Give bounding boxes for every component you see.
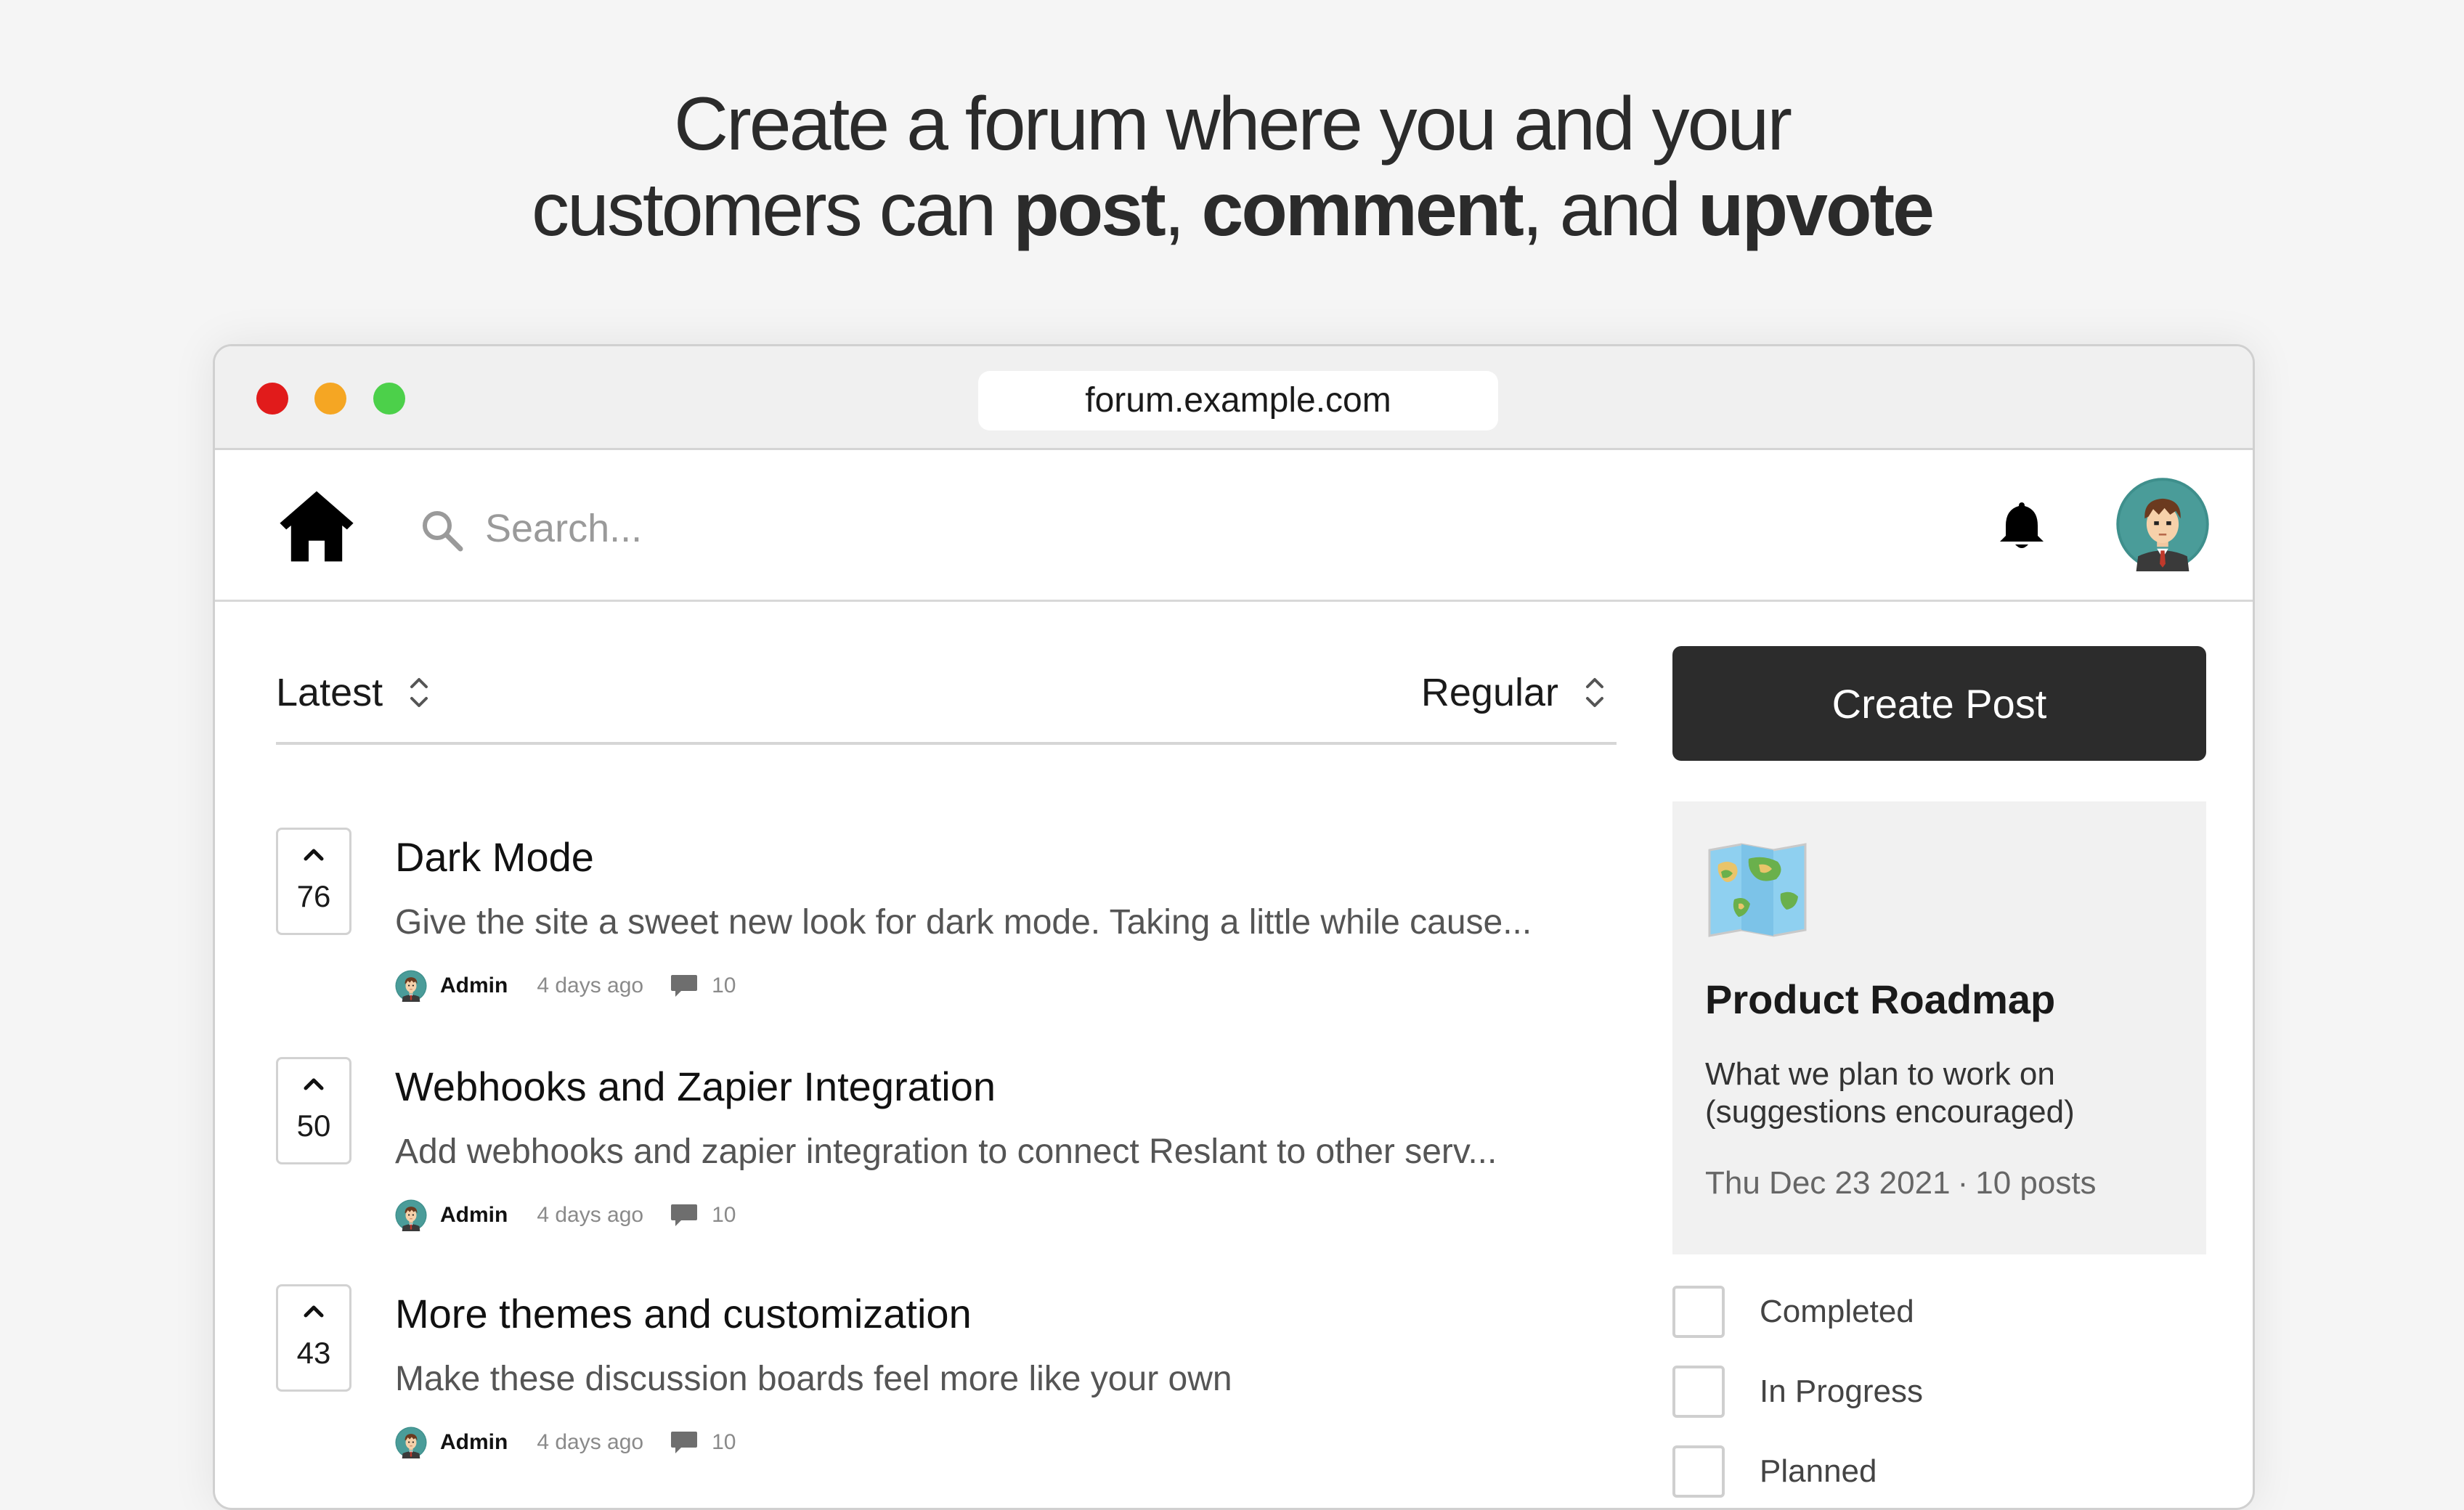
view-mode-select[interactable]: Regular	[1421, 669, 1609, 716]
bell-icon[interactable]	[1993, 497, 2051, 555]
forum-navbar	[215, 450, 2253, 602]
comment-icon	[671, 1432, 698, 1453]
post-excerpt: Add webhooks and zapier integration to c…	[395, 1132, 1497, 1171]
browser-titlebar: forum.example.com	[215, 346, 2253, 450]
upvote-chevron-icon	[304, 1305, 324, 1318]
post-meta: Admin 4 days ago 10	[395, 1425, 736, 1460]
headline-prefix: customers can	[532, 168, 1014, 252]
headline-sep-1: ,	[1163, 168, 1202, 252]
post-meta: Admin 4 days ago 10	[395, 1198, 736, 1233]
post-author[interactable]: Admin	[440, 1430, 508, 1455]
view-mode-label: Regular	[1420, 671, 1558, 714]
upvote-button[interactable]: 50	[276, 1057, 351, 1164]
vote-count: 50	[296, 1109, 331, 1143]
map-icon	[1708, 843, 1807, 937]
filter-label: Completed	[1760, 1294, 1914, 1329]
minimize-window-dot[interactable]	[314, 383, 346, 415]
headline-line-2: customers can post, comment, and upvote	[0, 167, 2464, 253]
filter-in-progress[interactable]: In Progress	[1672, 1362, 1923, 1421]
post-item: 43 More themes and customization Make th…	[276, 1284, 1627, 1495]
close-window-dot[interactable]	[256, 383, 288, 415]
post-age: 4 days ago	[537, 1430, 644, 1454]
post-age: 4 days ago	[537, 1203, 644, 1227]
sort-order-select[interactable]: Latest	[276, 669, 434, 716]
filter-planned[interactable]: Planned	[1672, 1442, 1877, 1501]
roadmap-card[interactable]: Product Roadmap What we plan to work on …	[1672, 801, 2206, 1254]
create-post-button[interactable]: Create Post	[1672, 646, 2206, 761]
vote-count: 76	[296, 879, 331, 913]
avatar[interactable]	[2115, 477, 2210, 571]
headline-line-1: Create a forum where you and your	[674, 82, 1792, 166]
headline-word-comment: comment	[1201, 168, 1524, 252]
headline-word-upvote: upvote	[1698, 168, 1935, 252]
upvote-button[interactable]: 43	[276, 1284, 351, 1392]
comment-count: 10	[712, 1203, 736, 1227]
post-meta: Admin 4 days ago 10	[395, 968, 736, 1003]
search-icon	[423, 511, 463, 552]
avatar	[395, 1199, 427, 1231]
roadmap-title: Product Roadmap	[1705, 976, 2056, 1022]
roadmap-post-count: 10 posts	[1975, 1165, 2097, 1201]
hero-headline: Create a forum where you and your custom…	[0, 81, 2464, 253]
browser-window: forum.example.com Latest Regular	[213, 344, 2255, 1510]
address-bar[interactable]: forum.example.com	[978, 371, 1498, 430]
roadmap-description: What we plan to work on (suggestions enc…	[1705, 1056, 2075, 1130]
avatar	[395, 970, 427, 1002]
post-excerpt: Make these discussion boards feel more l…	[395, 1360, 1232, 1398]
filter-checkbox[interactable]	[1672, 1366, 1725, 1418]
headline-sep-2: , and	[1521, 168, 1699, 252]
post-item: 50 Webhooks and Zapier Integration Add w…	[276, 1057, 1627, 1268]
upvote-chevron-icon	[304, 1078, 324, 1090]
roadmap-separator: ·	[1957, 1165, 1969, 1201]
avatar	[395, 1427, 427, 1458]
filter-checkbox[interactable]	[1672, 1445, 1725, 1498]
comment-count: 10	[712, 974, 736, 997]
post-author[interactable]: Admin	[440, 974, 508, 998]
roadmap-meta: Thu Dec 23 2021 · 10 posts	[1705, 1164, 2097, 1202]
upvote-chevron-icon	[304, 849, 324, 861]
comment-icon	[671, 1204, 698, 1226]
upvote-button[interactable]: 76	[276, 828, 351, 935]
maximize-window-dot[interactable]	[373, 383, 405, 415]
comment-count: 10	[712, 1430, 736, 1454]
filter-label: Planned	[1760, 1453, 1877, 1489]
chevron-up-down-icon	[410, 678, 428, 707]
sort-order-label: Latest	[276, 671, 383, 714]
filter-completed[interactable]: Completed	[1672, 1282, 1914, 1342]
search-input[interactable]	[484, 495, 1068, 562]
headline-word-post: post	[1013, 168, 1166, 252]
post-title[interactable]: Webhooks and Zapier Integration	[395, 1063, 996, 1111]
filter-label: In Progress	[1760, 1374, 1923, 1409]
chevron-up-down-icon	[1586, 678, 1603, 707]
post-item: 76 Dark Mode Give the site a sweet new l…	[276, 828, 1627, 1038]
vote-count: 43	[296, 1336, 331, 1370]
post-title[interactable]: More themes and customization	[395, 1290, 972, 1338]
post-title[interactable]: Dark Mode	[395, 833, 594, 881]
sort-bar: Latest Regular	[276, 633, 1617, 745]
post-excerpt: Give the site a sweet new look for dark …	[395, 903, 1532, 942]
post-author[interactable]: Admin	[440, 1203, 508, 1228]
post-age: 4 days ago	[537, 974, 644, 997]
roadmap-date: Thu Dec 23 2021	[1705, 1165, 1951, 1201]
home-icon[interactable]	[277, 486, 357, 566]
filter-checkbox[interactable]	[1672, 1286, 1725, 1338]
comment-icon	[671, 975, 698, 997]
